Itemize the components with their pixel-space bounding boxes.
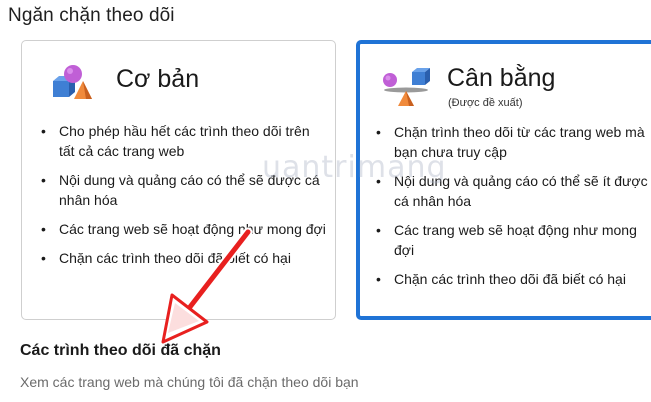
list-item: Chặn trình theo dõi từ các trang web mà … (374, 122, 651, 162)
shapes-icon (53, 65, 92, 99)
list-item: Các trang web sẽ hoạt động như mong đợi (39, 219, 329, 239)
recommended-label: (Được đề xuất) (448, 97, 523, 109)
list-item: Cho phép hầu hết các trình theo dõi trên… (39, 121, 329, 161)
section-title: Ngăn chặn theo dõi (8, 5, 175, 26)
tracking-prevention-panel: Ngăn chặn theo dõi Cơ bản Cho phép hầu h… (0, 0, 651, 402)
card-basic[interactable]: Cơ bản Cho phép hầu hết các trình theo d… (21, 40, 336, 320)
blocked-trackers-link[interactable]: Các trình theo dõi đã chặn (20, 342, 221, 360)
card-title: Cơ bản (116, 65, 200, 93)
bullet-list: Chặn trình theo dõi từ các trang web mà … (374, 122, 651, 298)
list-item: Nội dung và quảng cáo có thể sẽ được cá … (39, 170, 329, 210)
card-title: Cân bằng (447, 64, 556, 92)
balanced-shapes-icon (383, 68, 430, 106)
bullet-list: Cho phép hầu hết các trình theo dõi trên… (39, 121, 329, 277)
list-item: Nội dung và quảng cáo có thể sẽ ít được … (374, 171, 651, 211)
list-item: Chặn các trình theo dõi đã biết có hại (374, 269, 651, 289)
list-item: Chặn các trình theo dõi đã biết có hại (39, 248, 329, 268)
list-item: Các trang web sẽ hoạt động như mong đợi (374, 220, 651, 260)
blocked-trackers-description: Xem các trang web mà chúng tôi đã chặn t… (20, 374, 359, 390)
card-balanced[interactable]: Cân bằng (Được đề xuất) Chặn trình theo … (356, 40, 651, 320)
